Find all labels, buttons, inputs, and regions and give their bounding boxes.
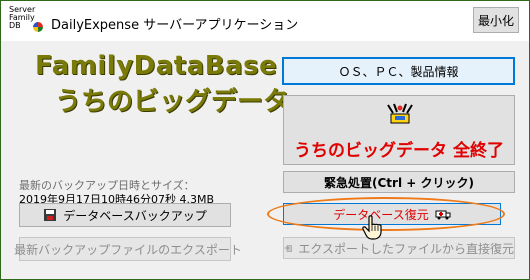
colorful-dot-icon xyxy=(33,22,43,32)
emergency-button[interactable]: 緊急処置(Ctrl + クリック) xyxy=(283,171,515,193)
disk-save-icon xyxy=(44,209,57,221)
restore-from-export-label: エクスポートしたファイルから直接復元 xyxy=(298,241,514,256)
server-family-db-icon: Server Family DB xyxy=(9,6,45,38)
exit-all-label: うちのビッグデータ 全終了 xyxy=(294,141,504,161)
import-arrow-icon xyxy=(284,245,293,252)
logo-title: FamilyDataBase xyxy=(35,51,278,81)
logo-subtitle: うちのビッグデータ xyxy=(55,87,290,117)
db-backup-button[interactable]: データベースバックアップ xyxy=(19,203,231,227)
db-restore-button[interactable]: データベース復元 xyxy=(283,203,501,225)
app-title: DailyExpense サーバーアプリケーション xyxy=(51,18,299,33)
os-pc-info-label: ＯＳ、ＰＣ、製品情報 xyxy=(338,64,459,79)
os-pc-info-button[interactable]: ＯＳ、ＰＣ、製品情報 xyxy=(282,57,515,85)
emergency-label: 緊急処置(Ctrl + クリック) xyxy=(324,175,474,190)
app-exit-icon xyxy=(387,103,413,124)
ambulance-icon xyxy=(435,210,451,220)
title-bar: Server Family DB DailyExpense サーバーアプリケーシ… xyxy=(1,1,529,41)
db-backup-label: データベースバックアップ xyxy=(63,208,207,223)
minimize-button[interactable]: 最小化 xyxy=(473,7,519,33)
hand-pointer-cursor xyxy=(362,215,382,240)
export-latest-button[interactable]: 最新バックアップファイルのエクスポート xyxy=(14,237,242,261)
exit-all-button[interactable]: うちのビッグデータ 全終了 xyxy=(283,95,515,165)
restore-from-export-button[interactable]: エクスポートしたファイルから直接復元 xyxy=(283,237,515,259)
export-latest-label: 最新バックアップファイルのエクスポート xyxy=(14,242,242,257)
app-window: Server Family DB DailyExpense サーバーアプリケーシ… xyxy=(0,0,530,280)
